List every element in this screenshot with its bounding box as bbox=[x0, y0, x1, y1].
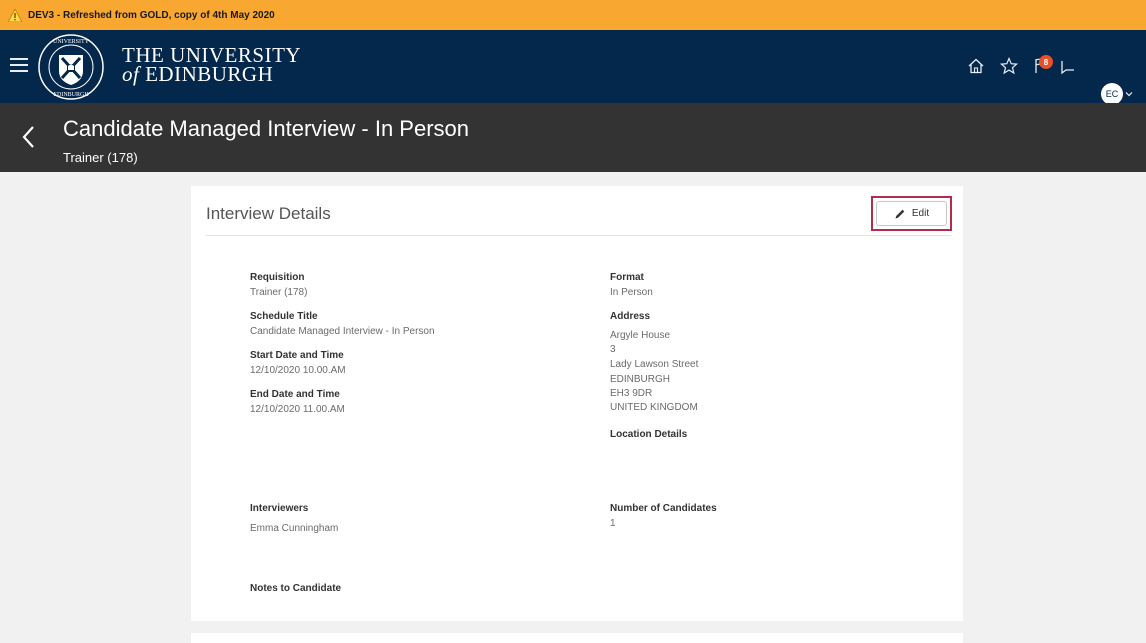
notifications-icon[interactable] bbox=[1058, 56, 1078, 76]
format-label: Format bbox=[610, 272, 644, 283]
interview-details-card: Interview Details Edit Requisition Train… bbox=[191, 186, 963, 621]
notification-count-badge[interactable]: 8 bbox=[1039, 55, 1053, 69]
address-line: 3 bbox=[610, 344, 616, 355]
page-subtitle: Trainer (178) bbox=[63, 150, 138, 165]
address-line: UNITED KINGDOM bbox=[610, 402, 698, 413]
page-header: Candidate Managed Interview - In Person … bbox=[0, 103, 1146, 172]
end-date-value: 12/10/2020 11.00.AM bbox=[250, 404, 345, 415]
svg-text:UNIVERSITY: UNIVERSITY bbox=[53, 39, 90, 45]
favorites-star-icon[interactable] bbox=[999, 56, 1019, 76]
address-label: Address bbox=[610, 311, 651, 322]
chevron-down-icon[interactable] bbox=[1124, 89, 1134, 99]
address-line: EH3 9DR bbox=[610, 388, 653, 399]
environment-banner: DEV3 - Refreshed from GOLD, copy of 4th … bbox=[0, 0, 1146, 30]
next-section-card bbox=[191, 633, 963, 643]
start-date-value: 12/10/2020 10.00.AM bbox=[250, 365, 346, 376]
number-of-candidates-label: Number of Candidates bbox=[610, 503, 717, 514]
card-divider bbox=[206, 235, 951, 236]
address-line: EDINBURGH bbox=[610, 374, 671, 385]
schedule-title-value: Candidate Managed Interview - In Person bbox=[250, 326, 435, 337]
address-line: Argyle House bbox=[610, 330, 671, 341]
warning-icon bbox=[8, 8, 22, 22]
environment-banner-text: DEV3 - Refreshed from GOLD, copy of 4th … bbox=[28, 9, 275, 21]
back-arrow-icon[interactable] bbox=[19, 123, 39, 151]
edit-button[interactable]: Edit bbox=[876, 201, 947, 226]
menu-icon[interactable] bbox=[10, 54, 28, 76]
format-value: In Person bbox=[610, 287, 653, 298]
pencil-icon bbox=[895, 209, 905, 218]
interviewers-value: Emma Cunningham bbox=[250, 523, 339, 534]
requisition-label: Requisition bbox=[250, 272, 305, 283]
page-title: Candidate Managed Interview - In Person bbox=[63, 116, 470, 141]
svg-text:EDINBURGH: EDINBURGH bbox=[53, 92, 89, 98]
end-date-label: End Date and Time bbox=[250, 389, 340, 400]
schedule-title-label: Schedule Title bbox=[250, 311, 318, 322]
location-details-label: Location Details bbox=[610, 429, 688, 440]
home-icon[interactable] bbox=[966, 56, 986, 76]
card-title: Interview Details bbox=[206, 204, 331, 223]
number-of-candidates-value: 1 bbox=[610, 518, 616, 529]
university-crest-logo[interactable]: UNIVERSITY EDINBURGH bbox=[37, 33, 105, 101]
edit-button-label: Edit bbox=[911, 208, 930, 219]
user-avatar[interactable]: EC bbox=[1101, 83, 1123, 105]
start-date-label: Start Date and Time bbox=[250, 350, 344, 361]
wordmark-line-2: of EDINBURGH bbox=[122, 62, 274, 86]
global-header: UNIVERSITY EDINBURGH THE UNIVERSITY of E… bbox=[0, 30, 1146, 103]
university-wordmark[interactable]: THE UNIVERSITY of EDINBURGH bbox=[122, 45, 301, 86]
notes-to-candidate-label: Notes to Candidate bbox=[250, 583, 342, 594]
address-line: Lady Lawson Street bbox=[610, 359, 699, 370]
interviewers-label: Interviewers bbox=[250, 503, 309, 514]
requisition-value: Trainer (178) bbox=[250, 287, 308, 298]
